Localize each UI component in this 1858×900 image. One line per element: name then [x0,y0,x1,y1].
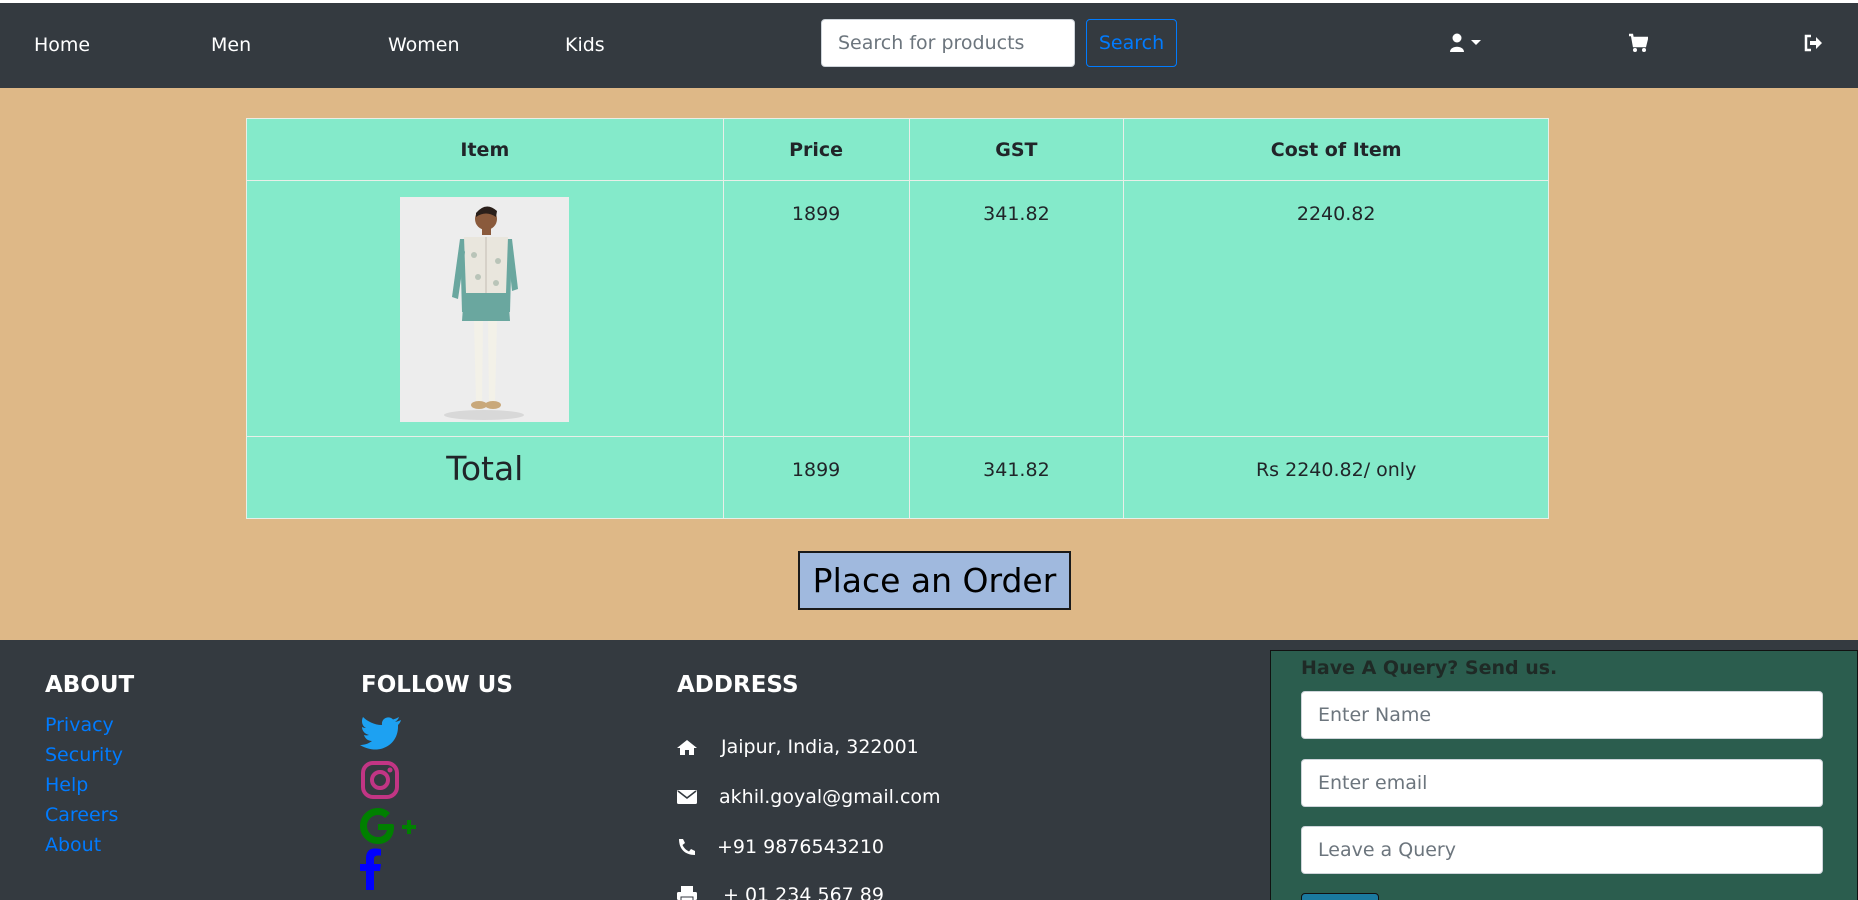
search-button[interactable]: Search [1086,19,1177,67]
google-plus-icon [360,808,416,844]
print-icon [677,886,697,900]
footer-link-about[interactable]: About [45,834,101,856]
query-field[interactable] [1301,826,1823,874]
total-gst: 341.82 [908,436,1125,519]
item-price: 1899 [722,180,910,437]
footer-link-privacy[interactable]: Privacy [45,714,114,736]
nav-home-link[interactable]: Home [34,34,90,56]
user-dropdown[interactable] [1449,33,1483,57]
item-cost: 2240.82 [1123,180,1549,437]
address-fax-text: + 01 234 567 89 [723,884,884,900]
address-phone-text: +91 9876543210 [717,836,885,858]
submit-query-button[interactable] [1301,893,1379,900]
cart-icon [1629,33,1649,52]
query-form: Have A Query? Send us. [1270,650,1858,900]
total-label: Total [246,436,724,519]
item-gst: 341.82 [908,180,1125,437]
envelope-icon [677,790,697,804]
address-email-text: akhil.goyal@gmail.com [719,786,941,808]
cart-table-container: Item Price GST Cost of Item 1899 341.82 … [246,118,1549,519]
logout-button[interactable] [1803,33,1823,57]
table-header-row: Item Price GST Cost of Item [246,118,1549,181]
column-header-item: Item [246,118,724,181]
column-header-gst: GST [908,118,1125,181]
phone-icon [679,839,695,855]
sign-out-icon [1804,34,1822,52]
place-order-button[interactable]: Place an Order [798,551,1071,610]
address-phone: +91 9876543210 [677,836,884,858]
user-icon [1450,33,1481,52]
query-title: Have A Query? Send us. [1301,657,1558,679]
follow-heading: FOLLOW US [361,672,513,698]
google-plus-link[interactable] [360,808,420,848]
caret-down-icon [1471,40,1481,45]
cart-button[interactable] [1628,33,1649,57]
nav-women-link[interactable]: Women [388,34,460,56]
total-cost: Rs 2240.82/ only [1123,436,1549,519]
nav-men-link[interactable]: Men [211,34,251,56]
address-fax: + 01 234 567 89 [677,884,884,900]
table-row: 1899 341.82 2240.82 [246,180,1549,437]
address-email: akhil.goyal@gmail.com [677,786,941,808]
table-row-total: Total 1899 341.82 Rs 2240.82/ only [246,436,1549,519]
facebook-link[interactable] [360,848,382,894]
footer-link-security[interactable]: Security [45,744,123,766]
product-image[interactable] [400,197,570,422]
item-image-cell [246,180,724,437]
name-field[interactable] [1301,691,1823,739]
email-field[interactable] [1301,759,1823,807]
total-price: 1899 [722,436,910,519]
column-header-price: Price [722,118,910,181]
about-heading: ABOUT [45,672,135,698]
navbar: Home Men Women Kids Search [0,3,1858,88]
footer: ABOUT Privacy Security Help Careers Abou… [0,640,1858,900]
search-input[interactable] [821,19,1075,67]
nav-kids-link[interactable]: Kids [565,34,605,56]
home-icon [677,740,697,755]
column-header-cost: Cost of Item [1123,118,1549,181]
address-heading: ADDRESS [677,672,799,698]
address-location: Jaipur, India, 322001 [677,736,919,758]
instagram-icon [361,761,399,799]
instagram-link[interactable] [360,760,400,804]
twitter-link[interactable] [360,716,402,754]
footer-link-careers[interactable]: Careers [45,804,118,826]
footer-link-help[interactable]: Help [45,774,88,796]
cart-table: Item Price GST Cost of Item 1899 341.82 … [246,118,1549,519]
address-location-text: Jaipur, India, 322001 [721,736,919,758]
twitter-icon [360,717,401,750]
facebook-icon [360,848,381,890]
